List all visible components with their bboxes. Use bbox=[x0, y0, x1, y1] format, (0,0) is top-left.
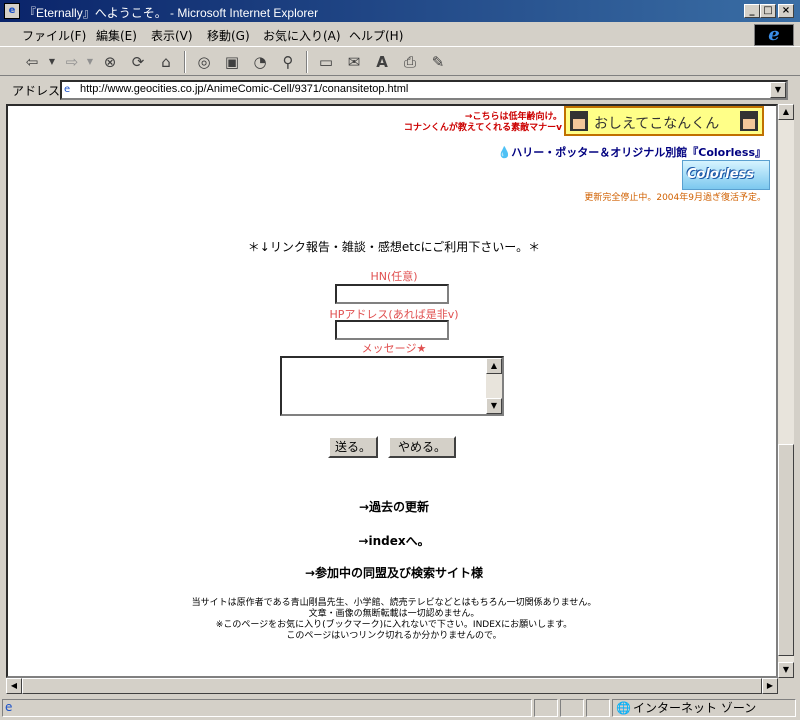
scroll-up-button[interactable]: ▲ bbox=[486, 358, 502, 374]
past-updates-link[interactable]: →過去の更新 bbox=[8, 498, 776, 515]
address-dropdown-button[interactable]: ▼ bbox=[770, 82, 786, 98]
ie-page-icon[interactable]: e bbox=[4, 3, 20, 19]
menu-go[interactable]: 移動(G) bbox=[207, 27, 250, 44]
zone-text: インターネット ゾーン bbox=[633, 701, 757, 715]
menu-bar: ファイル(F) 編集(E) 表示(V) 移動(G) お気に入り(A) ヘルプ(H… bbox=[0, 22, 800, 46]
stop-icon[interactable]: ⊗ bbox=[100, 52, 120, 72]
history-icon[interactable]: ◔ bbox=[250, 52, 270, 72]
refresh-icon[interactable]: ⟳ bbox=[128, 52, 148, 72]
window-title: 『Eternally』へようこそ。 - Microsoft Internet E… bbox=[24, 6, 319, 20]
menu-favorites[interactable]: お気に入り(A) bbox=[263, 27, 341, 44]
oshiete-conan-banner[interactable]: おしえてこなんくん bbox=[564, 106, 764, 136]
fullscreen-icon[interactable]: ▭ bbox=[316, 52, 336, 72]
back-icon[interactable]: ⇦ bbox=[22, 52, 42, 72]
status-page-icon: e bbox=[5, 700, 13, 714]
menu-help[interactable]: ヘルプ(H) bbox=[349, 27, 403, 44]
security-zone-panel: 🌐 インターネット ゾーン bbox=[612, 699, 796, 717]
bookmark-note: ※このページをお気に入り(ブックマーク)に入れないで下さい。INDEXにお願いし… bbox=[215, 620, 573, 630]
harry-potter-link[interactable]: 💧ハリー・ポッター＆オリジナル別館『Colorless』 bbox=[498, 144, 766, 160]
page-icon: e bbox=[64, 84, 71, 95]
textarea-scrollbar[interactable]: ▲ ▼ bbox=[486, 358, 502, 414]
search-icon[interactable]: ◎ bbox=[194, 52, 214, 72]
update-stop-note: 更新完全停止中。2004年9月過ぎ復活予定。 bbox=[584, 193, 766, 203]
page-content: →こちらは低年齢向け。 コナンくんが教えてくれる素敵マナーv おしえてこなんくん… bbox=[6, 104, 778, 678]
status-panel bbox=[586, 699, 610, 717]
scroll-left-button[interactable]: ◀ bbox=[6, 678, 22, 694]
edit-icon[interactable]: ✎ bbox=[428, 52, 448, 72]
address-bar: アドレス e http://www.geocities.co.jp/AnimeC… bbox=[0, 77, 800, 103]
forward-icon[interactable]: ⇨ bbox=[62, 52, 82, 72]
horizontal-scroll-thumb[interactable] bbox=[22, 678, 762, 694]
intro-text: ＊↓リンク報告・雑談・感想etcにご利用下さいー。＊ bbox=[247, 240, 541, 254]
ie-throbber-icon: e bbox=[754, 24, 794, 46]
cancel-button[interactable]: やめる。 bbox=[388, 436, 456, 458]
banner-note-2: コナンくんが教えてくれる素敵マナーv bbox=[403, 123, 562, 133]
toolbar: ⇦ ▼ ⇨ ▼ ⊗ ⟳ ⌂ ◎ ▣ ◔ ⚲ ▭ ✉ A ⎙ ✎ bbox=[0, 46, 800, 76]
close-button[interactable]: × bbox=[778, 4, 794, 18]
address-url[interactable]: http://www.geocities.co.jp/AnimeComic-Ce… bbox=[80, 83, 408, 95]
hn-input[interactable] bbox=[335, 284, 449, 304]
scroll-up-button[interactable]: ▲ bbox=[778, 104, 794, 120]
send-button[interactable]: 送る。 bbox=[328, 436, 378, 458]
message-label: メッセージ★ bbox=[361, 342, 427, 355]
harry-link-text[interactable]: ハリー・ポッター＆オリジナル別館『Colorless』 bbox=[511, 146, 766, 159]
print-icon[interactable]: ⎙ bbox=[400, 52, 420, 72]
channels-icon[interactable]: ⚲ bbox=[278, 52, 298, 72]
colorless-banner-text: Colorless bbox=[687, 167, 755, 182]
home-icon[interactable]: ⌂ bbox=[156, 52, 176, 72]
hn-label: HN(任意) bbox=[370, 270, 418, 283]
message-textarea[interactable]: ▲ ▼ bbox=[280, 356, 504, 416]
link-note: このページはいつリンク切れるか分かりませんので。 bbox=[286, 631, 502, 641]
hp-address-input[interactable] bbox=[335, 320, 449, 340]
status-panel bbox=[534, 699, 558, 717]
banner-text: おしえてこなんくん bbox=[594, 116, 720, 132]
vertical-scroll-thumb[interactable] bbox=[778, 444, 794, 656]
horizontal-scrollbar[interactable]: ◀ ▶ bbox=[6, 678, 778, 694]
menu-file[interactable]: ファイル(F) bbox=[22, 27, 86, 44]
banner-note-1: →こちらは低年齢向け。 bbox=[464, 112, 562, 122]
menu-view[interactable]: 表示(V) bbox=[151, 27, 193, 44]
status-text-panel: e bbox=[2, 699, 532, 717]
back-dropdown-icon[interactable]: ▼ bbox=[42, 52, 62, 72]
toolbar-separator bbox=[306, 51, 308, 73]
status-bar: e 🌐 インターネット ゾーン bbox=[0, 696, 800, 720]
title-bar[interactable]: e 『Eternally』へようこそ。 - Microsoft Internet… bbox=[0, 0, 800, 22]
scroll-down-button[interactable]: ▼ bbox=[778, 662, 794, 678]
address-input[interactable]: e http://www.geocities.co.jp/AnimeComic-… bbox=[60, 80, 788, 100]
scroll-down-button[interactable]: ▼ bbox=[486, 398, 502, 414]
scroll-right-button[interactable]: ▶ bbox=[762, 678, 778, 694]
conan-face-icon bbox=[740, 111, 758, 131]
favorites-icon[interactable]: ▣ bbox=[222, 52, 242, 72]
font-icon[interactable]: A bbox=[372, 52, 392, 72]
forward-dropdown-icon[interactable]: ▼ bbox=[80, 52, 100, 72]
alliances-link[interactable]: →参加中の同盟及び検索サイト様 bbox=[8, 564, 776, 581]
internet-zone-icon: 🌐 bbox=[616, 701, 631, 715]
toolbar-separator bbox=[184, 51, 186, 73]
copyright-text: 文章・画像の無断転載は一切認めません。 bbox=[308, 609, 480, 619]
index-link[interactable]: →indexへ。 bbox=[8, 532, 776, 549]
minimize-button[interactable]: _ bbox=[744, 4, 760, 18]
disclaimer-text: 当サイトは原作者である青山剛昌先生、小学館、読売テレビなどとはもちろん一切関係あ… bbox=[191, 598, 597, 608]
mail-icon[interactable]: ✉ bbox=[344, 52, 364, 72]
menu-edit[interactable]: 編集(E) bbox=[96, 27, 137, 44]
vertical-scrollbar[interactable]: ▲ ▼ bbox=[778, 104, 794, 678]
address-label: アドレス bbox=[12, 84, 61, 98]
maximize-button[interactable]: □ bbox=[760, 4, 776, 18]
colorless-banner[interactable]: Colorless bbox=[682, 160, 770, 190]
water-drop-icon: 💧 bbox=[497, 146, 512, 159]
conan-face-icon bbox=[570, 111, 588, 131]
status-panel bbox=[560, 699, 584, 717]
